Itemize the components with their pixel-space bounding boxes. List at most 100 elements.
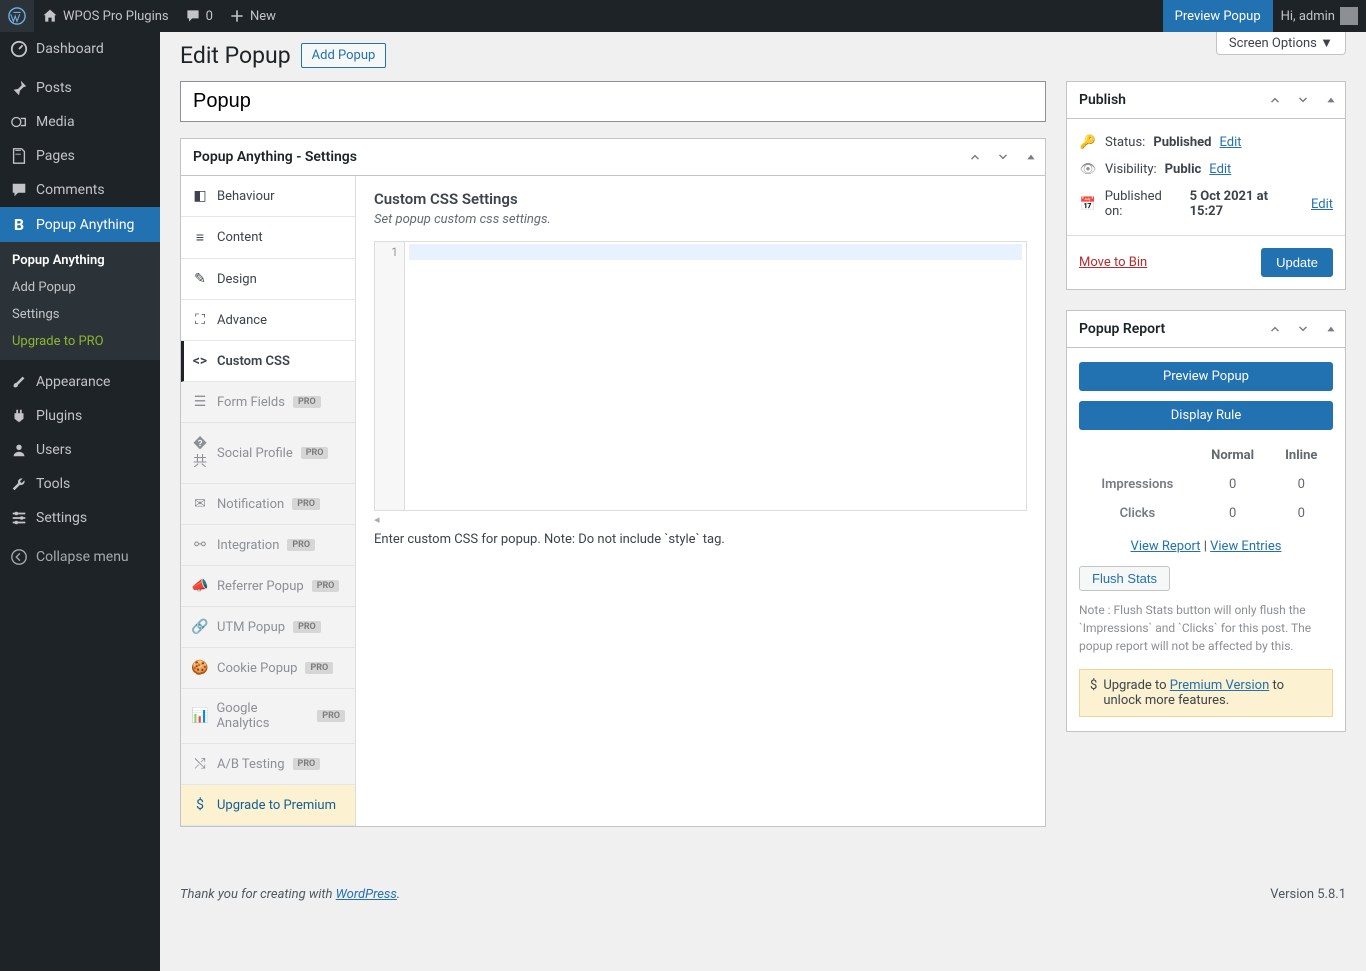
move-up-button[interactable] bbox=[1261, 311, 1289, 347]
preview-popup-button[interactable]: Preview Popup bbox=[1079, 362, 1333, 391]
submenu-popup-anything: Popup Anything Add Popup Settings Upgrad… bbox=[0, 242, 160, 360]
move-down-button[interactable] bbox=[989, 139, 1017, 175]
view-report-link[interactable]: View Report bbox=[1131, 539, 1201, 554]
code-input-area[interactable] bbox=[405, 242, 1026, 510]
home-icon bbox=[42, 8, 58, 24]
toggle-panel-button[interactable] bbox=[1317, 311, 1345, 347]
move-up-button[interactable] bbox=[1261, 82, 1289, 118]
flush-stats-button[interactable]: Flush Stats bbox=[1079, 566, 1170, 591]
published-value: 5 Oct 2021 at 15:27 bbox=[1190, 189, 1303, 219]
menu-appearance[interactable]: Appearance bbox=[0, 365, 160, 399]
link-icon: 🔗 bbox=[191, 619, 209, 635]
plus-icon bbox=[229, 8, 245, 24]
edit-status-link[interactable]: Edit bbox=[1219, 135, 1241, 150]
popup-title-input[interactable] bbox=[180, 81, 1046, 122]
edit-visibility-link[interactable]: Edit bbox=[1209, 162, 1231, 177]
toggle-panel-button[interactable] bbox=[1317, 82, 1345, 118]
row-label-impressions: Impressions bbox=[1081, 471, 1194, 498]
admin-sidebar: Dashboard Posts Media Pages Comments B P… bbox=[0, 32, 160, 971]
content-icon: ≡ bbox=[191, 229, 209, 246]
triangle-up-icon bbox=[1025, 151, 1037, 163]
pro-badge: PRO bbox=[301, 447, 329, 459]
report-title: Popup Report bbox=[1067, 311, 1261, 347]
tab-social-profile[interactable]: �共Social ProfilePRO bbox=[181, 423, 355, 484]
dollar-icon: $ bbox=[1090, 678, 1097, 693]
premium-version-link[interactable]: Premium Version bbox=[1170, 678, 1270, 693]
wp-logo[interactable] bbox=[0, 0, 34, 32]
add-popup-button[interactable]: Add Popup bbox=[301, 43, 387, 68]
editor-gutter: 1 bbox=[375, 242, 405, 510]
menu-tools[interactable]: Tools bbox=[0, 467, 160, 501]
move-down-button[interactable] bbox=[1289, 82, 1317, 118]
move-up-button[interactable] bbox=[961, 139, 989, 175]
comments-icon bbox=[10, 181, 28, 199]
cookie-icon: 🍪 bbox=[191, 660, 209, 676]
tab-behaviour[interactable]: ◧Behaviour bbox=[181, 176, 355, 217]
chevron-down-icon: ▼ bbox=[1320, 36, 1333, 51]
menu-plugins[interactable]: Plugins bbox=[0, 399, 160, 433]
menu-dashboard[interactable]: Dashboard bbox=[0, 32, 160, 66]
triangle-up-icon bbox=[1325, 323, 1337, 335]
tab-utm-popup[interactable]: 🔗UTM PopupPRO bbox=[181, 607, 355, 648]
view-entries-link[interactable]: View Entries bbox=[1210, 539, 1281, 554]
comments-link[interactable]: 0 bbox=[177, 0, 221, 32]
tab-google-analytics[interactable]: 📊Google AnalyticsPRO bbox=[181, 689, 355, 744]
submenu-upgrade-pro[interactable]: Upgrade to PRO bbox=[0, 328, 160, 355]
new-content[interactable]: New bbox=[221, 0, 284, 32]
display-rule-button[interactable]: Display Rule bbox=[1079, 401, 1333, 430]
pro-badge: PRO bbox=[293, 758, 321, 770]
wp-version: Version 5.8.1 bbox=[1270, 887, 1346, 902]
submenu-popup-anything-list[interactable]: Popup Anything bbox=[0, 247, 160, 274]
pro-badge: PRO bbox=[293, 396, 321, 408]
comment-icon bbox=[185, 8, 201, 24]
css-code-editor[interactable]: 1 bbox=[374, 241, 1027, 511]
form-icon: ☰ bbox=[191, 394, 209, 410]
megaphone-icon: 📣 bbox=[191, 578, 209, 594]
screen-options-toggle[interactable]: Screen Options ▼ bbox=[1216, 32, 1346, 55]
menu-pages[interactable]: Pages bbox=[0, 139, 160, 173]
move-to-bin-link[interactable]: Move to Bin bbox=[1079, 255, 1147, 270]
menu-users[interactable]: Users bbox=[0, 433, 160, 467]
tab-advance[interactable]: ⛶Advance bbox=[181, 300, 355, 341]
visibility-value: Public bbox=[1165, 162, 1202, 177]
tab-content[interactable]: ≡Content bbox=[181, 217, 355, 259]
chevron-up-icon bbox=[1268, 322, 1282, 336]
tab-custom-css[interactable]: <>Custom CSS bbox=[181, 341, 355, 382]
edit-date-link[interactable]: Edit bbox=[1311, 197, 1333, 212]
preview-popup-button[interactable]: Preview Popup bbox=[1163, 0, 1273, 32]
menu-popup-anything[interactable]: B Popup Anything bbox=[0, 207, 160, 242]
menu-settings[interactable]: Settings bbox=[0, 501, 160, 535]
toggle-panel-button[interactable] bbox=[1017, 139, 1045, 175]
tab-design[interactable]: ✎Design bbox=[181, 259, 355, 300]
col-normal: Normal bbox=[1196, 442, 1270, 469]
tab-form-fields[interactable]: ☰Form FieldsPRO bbox=[181, 382, 355, 423]
menu-collapse[interactable]: Collapse menu bbox=[0, 540, 160, 574]
settings-postbox-title: Popup Anything - Settings bbox=[181, 139, 961, 175]
menu-comments[interactable]: Comments bbox=[0, 173, 160, 207]
tab-integration[interactable]: ⚯IntegrationPRO bbox=[181, 525, 355, 566]
tab-notification[interactable]: ✉NotificationPRO bbox=[181, 484, 355, 525]
clicks-normal: 0 bbox=[1196, 500, 1270, 527]
pin-icon bbox=[10, 79, 28, 97]
menu-media[interactable]: Media bbox=[0, 105, 160, 139]
page-title: Edit Popup bbox=[180, 42, 291, 69]
tab-cookie-popup[interactable]: 🍪Cookie PopupPRO bbox=[181, 648, 355, 689]
tab-ab-testing[interactable]: ⤭A/B TestingPRO bbox=[181, 744, 355, 785]
submenu-add-popup[interactable]: Add Popup bbox=[0, 274, 160, 301]
published-label: Published on: bbox=[1105, 189, 1182, 219]
behaviour-icon: ◧ bbox=[191, 188, 209, 204]
wordpress-link[interactable]: WordPress bbox=[336, 887, 397, 902]
update-button[interactable]: Update bbox=[1261, 248, 1333, 277]
site-link[interactable]: WPOS Pro Plugins bbox=[34, 0, 177, 32]
popup-anything-icon: B bbox=[10, 215, 28, 234]
menu-posts[interactable]: Posts bbox=[0, 71, 160, 105]
account-menu[interactable]: Hi, admin bbox=[1273, 0, 1366, 32]
analytics-icon: 📊 bbox=[191, 708, 208, 724]
submenu-settings[interactable]: Settings bbox=[0, 301, 160, 328]
flush-stats-note: Note : Flush Stats button will only flus… bbox=[1079, 601, 1333, 655]
content-section-desc: Set popup custom css settings. bbox=[374, 212, 1027, 227]
tab-upgrade-premium[interactable]: $Upgrade to Premium bbox=[181, 785, 355, 826]
media-icon bbox=[10, 113, 28, 131]
move-down-button[interactable] bbox=[1289, 311, 1317, 347]
tab-referrer-popup[interactable]: 📣Referrer PopupPRO bbox=[181, 566, 355, 607]
